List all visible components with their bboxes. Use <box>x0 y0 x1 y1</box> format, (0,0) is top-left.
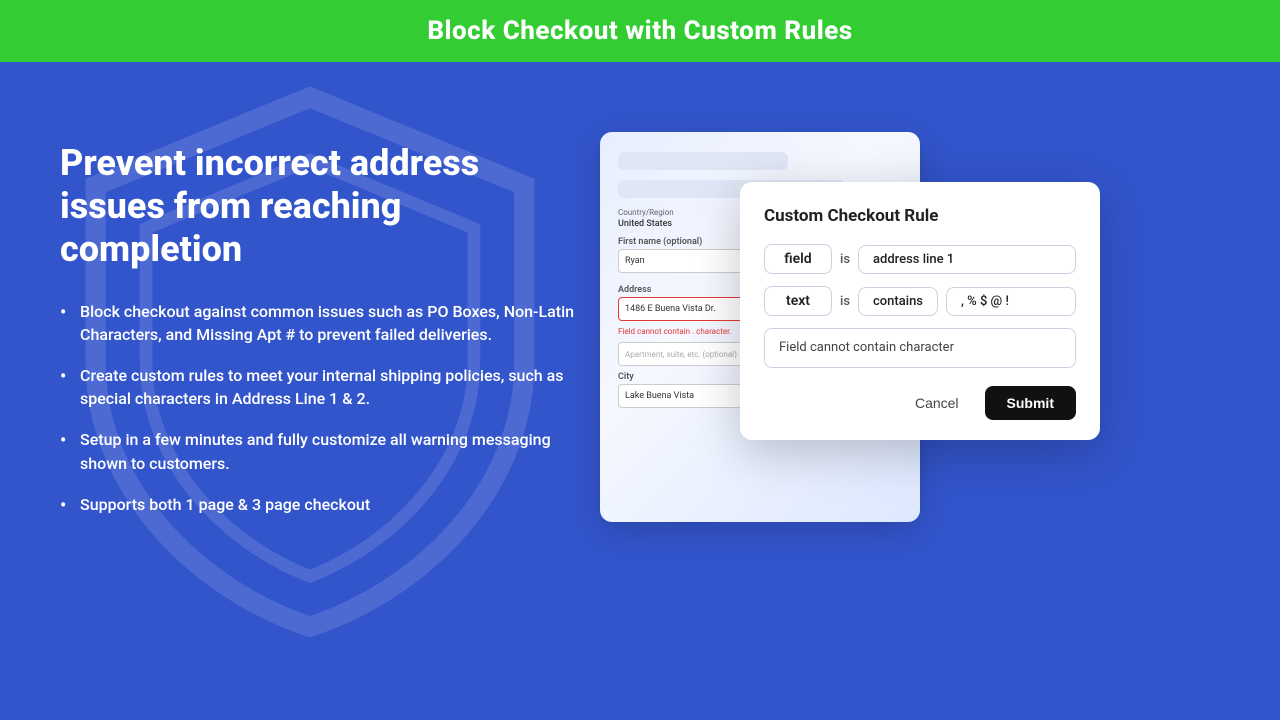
error-message-box[interactable]: Field cannot contain character <box>764 328 1076 368</box>
bullet-item: Create custom rules to meet your interna… <box>60 364 580 410</box>
first-name-label: First name (optional) <box>618 237 757 247</box>
right-panel: Country/Region United States First name … <box>600 132 1220 522</box>
custom-rule-modal: Custom Checkout Rule field is address li… <box>740 182 1100 440</box>
text-badge: text <box>764 286 832 316</box>
rule-row-1: field is address line 1 <box>764 244 1076 274</box>
modal-title: Custom Checkout Rule <box>764 206 1076 226</box>
main-content: Prevent incorrect address issues from re… <box>0 62 1280 720</box>
rule-row-2: text is contains , % $ @ ! <box>764 286 1076 316</box>
cancel-button[interactable]: Cancel <box>899 387 975 419</box>
feature-list: Block checkout against common issues suc… <box>60 300 580 516</box>
field-badge: field <box>764 244 832 274</box>
row1-connector: is <box>840 252 850 267</box>
first-name-col: First name (optional) Ryan <box>618 237 757 279</box>
city-col: City Lake Buena Vista <box>618 372 757 414</box>
chars-value[interactable]: , % $ @ ! <box>946 287 1076 316</box>
bullet-item: Supports both 1 page & 3 page checkout <box>60 493 580 516</box>
preview-row-1 <box>618 152 788 170</box>
city-input[interactable]: Lake Buena Vista <box>618 384 757 408</box>
submit-button[interactable]: Submit <box>985 386 1076 420</box>
first-name-input[interactable]: Ryan <box>618 249 757 273</box>
bullet-item: Setup in a few minutes and fully customi… <box>60 428 580 474</box>
address-line-value[interactable]: address line 1 <box>858 245 1076 274</box>
left-panel: Prevent incorrect address issues from re… <box>60 122 580 534</box>
page-header: Block Checkout with Custom Rules <box>0 0 1280 62</box>
modal-buttons: Cancel Submit <box>764 386 1076 420</box>
contains-value[interactable]: contains <box>858 287 938 316</box>
city-label: City <box>618 372 757 382</box>
bullet-item: Block checkout against common issues suc… <box>60 300 580 346</box>
row2-connector: is <box>840 294 850 309</box>
main-heading: Prevent incorrect address issues from re… <box>60 142 580 272</box>
page-title: Block Checkout with Custom Rules <box>427 16 852 46</box>
